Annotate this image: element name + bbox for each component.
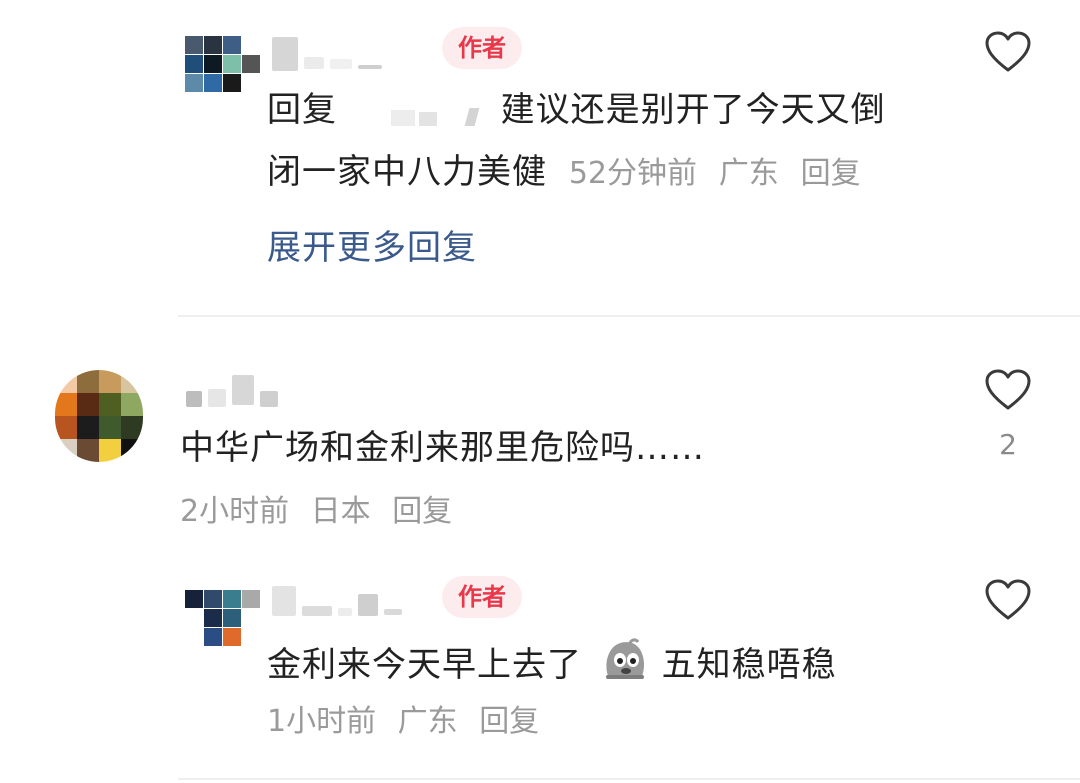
comment-text-line2-row: 闭一家中八力美健 52分钟前 广东 回复	[267, 152, 861, 194]
comment-time: 52分钟前	[568, 156, 697, 191]
mentioned-user-blurred[interactable]	[349, 92, 489, 132]
author-badge: 作者	[442, 27, 522, 69]
author-badge: 作者	[442, 576, 522, 618]
comment-text: 中华广场和金利来那里危险吗……	[180, 428, 705, 468]
comment-time: 1小时前	[267, 704, 377, 739]
comment-location: 广东	[718, 156, 779, 191]
reply-button[interactable]: 回复	[479, 704, 539, 739]
comment-meta: 2小时前 日本 回复	[180, 494, 452, 530]
avatar[interactable]	[185, 36, 260, 92]
comment-text: 回复 建议还是别开了今天又倒	[267, 90, 886, 132]
username-blurred[interactable]	[186, 372, 278, 408]
divider	[178, 315, 1080, 317]
comment-text: 金利来今天早上去了 五知稳唔稳	[267, 638, 837, 685]
comment-time: 2小时前	[180, 494, 290, 529]
comment-text-part2: 五知稳唔稳	[661, 645, 837, 685]
reply-button[interactable]: 回复	[801, 156, 861, 191]
avatar[interactable]	[55, 370, 143, 462]
like-heart-icon[interactable]	[984, 368, 1032, 412]
comment-text-line2: 闭一家中八力美健	[267, 152, 547, 192]
avatar[interactable]	[185, 590, 260, 646]
reply-button[interactable]: 回复	[392, 494, 452, 529]
username-blurred[interactable]	[272, 34, 382, 74]
comment-text-part1: 金利来今天早上去了	[267, 645, 582, 685]
comment-location: 广东	[397, 704, 458, 739]
username-blurred[interactable]	[272, 578, 402, 618]
comment-location: 日本	[310, 494, 371, 529]
comment-meta: 1小时前 广东 回复	[267, 704, 539, 740]
like-heart-icon[interactable]	[984, 30, 1032, 74]
divider	[178, 778, 1080, 780]
like-count: 2	[999, 428, 1017, 461]
like-heart-icon[interactable]	[984, 578, 1032, 622]
comment-text-line1: 建议还是别开了今天又倒	[500, 90, 886, 130]
expand-more-replies-link[interactable]: 展开更多回复	[267, 228, 477, 268]
reply-prefix: 回复	[267, 90, 337, 130]
grimacing-face-emoji-icon	[602, 638, 648, 682]
